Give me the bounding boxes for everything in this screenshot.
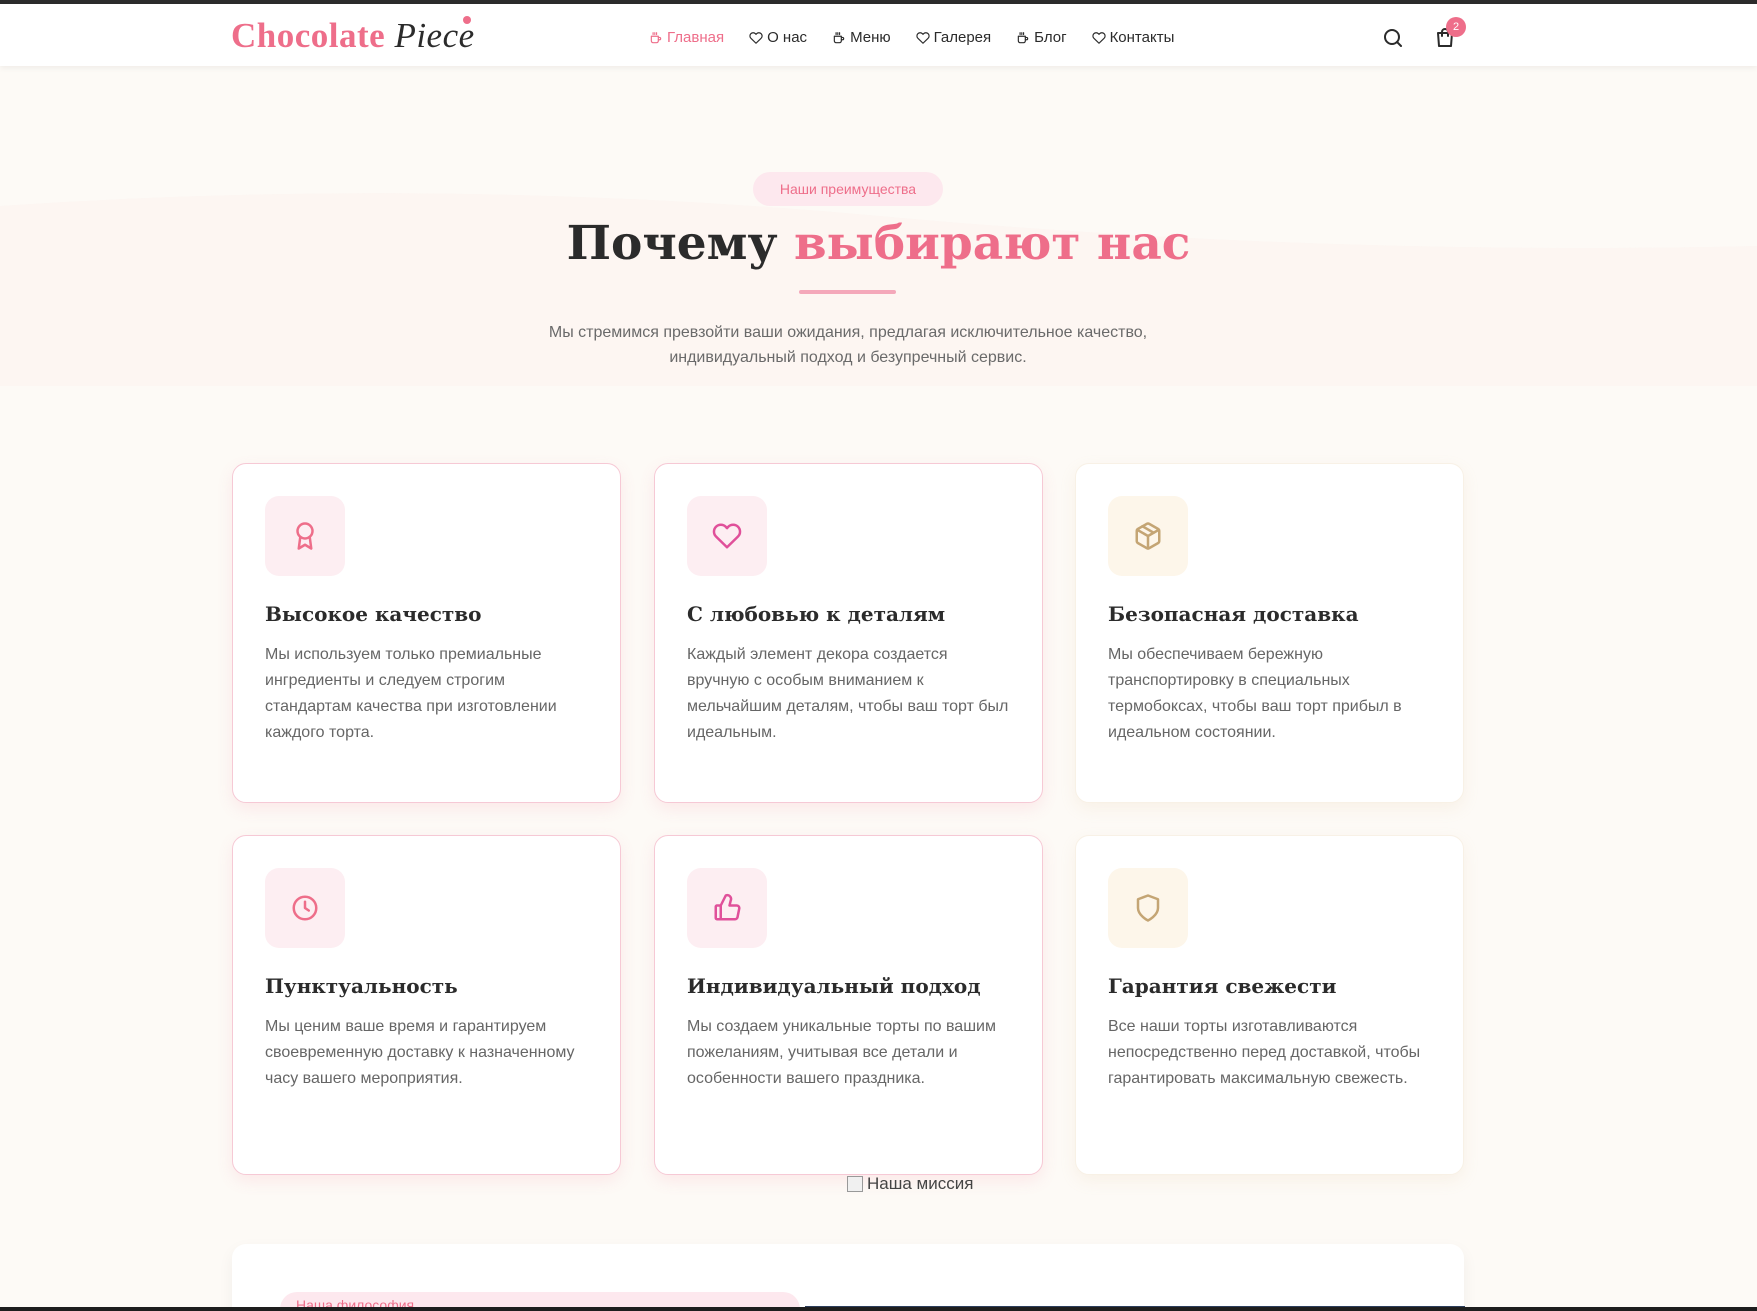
nav-item-home[interactable]: Главная (649, 29, 724, 46)
feature-card: С любовью к деталям Каждый элемент декор… (654, 463, 1043, 803)
advantages-section: Наши преимущества Почему выбирают нас Мы… (0, 66, 1757, 1311)
feature-card: Высокое качество Мы используем только пр… (232, 463, 621, 803)
clock-icon (292, 895, 318, 921)
heart-icon (915, 31, 930, 44)
feature-card: Безопасная доставка Мы обеспечиваем бере… (1075, 463, 1464, 803)
award-ribbon-icon (296, 522, 314, 550)
feature-text: Мы используем только премиальные ингреди… (265, 646, 557, 741)
heart-icon (712, 523, 742, 549)
coffee-cup-icon (650, 31, 662, 43)
feature-card: Пунктуальность Мы ценим ваше время и гар… (232, 835, 621, 1175)
feature-title: С любовью к деталям (687, 602, 946, 626)
feature-icon-box (687, 868, 767, 948)
heart-icon (749, 31, 763, 44)
feature-title: Безопасная доставка (1108, 602, 1359, 626)
feature-text: Каждый элемент декора создается вручную … (687, 646, 1009, 741)
nav-item-gallery[interactable]: Галерея (915, 29, 992, 46)
nav-label: Контакты (1109, 29, 1175, 46)
nav-label: Меню (850, 29, 891, 46)
heart-icon (1091, 31, 1106, 44)
feature-icon-box (1108, 868, 1188, 948)
mission-image-alt: Наша миссия (867, 1174, 974, 1193)
cart-count-badge: 2 (1446, 17, 1466, 37)
mission-image: Наша миссия (847, 1174, 973, 1194)
feature-text: Все наши торты изготавливаются непосредс… (1108, 1018, 1421, 1087)
broken-image-icon (847, 1176, 863, 1192)
nav-label: Блог (1034, 29, 1067, 46)
feature-text: Мы создаем уникальные торты по вашим пож… (687, 1018, 996, 1087)
coffee-cup-icon (833, 31, 845, 43)
feature-title: Индивидуальный подход (687, 974, 981, 998)
title-underline (799, 290, 896, 294)
nav-label: Галерея (933, 29, 992, 46)
section-badge: Наши преимущества (753, 172, 943, 206)
thumbs-up-icon (714, 893, 741, 921)
nav-label: О нас (767, 29, 808, 46)
feature-card: Гарантия свежести Все наши торты изготав… (1075, 835, 1464, 1175)
logo-main-text: Chocolate (231, 16, 386, 55)
nav-label: Главная (667, 29, 725, 46)
feature-text: Мы обеспечиваем бережную транспортировку… (1108, 646, 1402, 741)
title-main: Почему (566, 216, 778, 271)
search-icon[interactable] (1381, 26, 1405, 50)
feature-title: Высокое качество (265, 602, 482, 626)
feature-title: Пунктуальность (265, 974, 458, 998)
nav-item-menu[interactable]: Меню (832, 29, 891, 46)
feature-text: Мы ценим ваше время и гарантируем своевр… (265, 1018, 575, 1087)
shield-icon (1136, 894, 1160, 922)
feature-icon-box (265, 496, 345, 576)
window-bottom-edge (0, 1307, 1757, 1311)
nav-item-about[interactable]: О нас (749, 29, 807, 46)
feature-title: Гарантия свежести (1108, 974, 1337, 998)
feature-icon-box (687, 496, 767, 576)
site-header: Chocolate Piece Главная О нас Меню Галер… (0, 4, 1757, 66)
section-subtitle: Мы стремимся превзойти ваши ожидания, пр… (548, 324, 1148, 366)
logo-dot (463, 16, 471, 24)
feature-card: Индивидуальный подход Мы создаем уникаль… (654, 835, 1043, 1175)
section-title: Почему выбирают нас (0, 216, 1757, 271)
nav-item-blog[interactable]: Блог (1016, 29, 1067, 46)
main-nav: Главная О нас Меню Галерея Блог Контакты (649, 29, 1174, 46)
title-accent: выбирают нас (793, 216, 1191, 271)
site-logo[interactable]: Chocolate Piece (231, 16, 475, 56)
package-box-icon (1135, 522, 1161, 550)
feature-icon-box (265, 868, 345, 948)
nav-item-contacts[interactable]: Контакты (1091, 29, 1175, 46)
coffee-cup-icon (1017, 31, 1029, 43)
feature-icon-box (1108, 496, 1188, 576)
